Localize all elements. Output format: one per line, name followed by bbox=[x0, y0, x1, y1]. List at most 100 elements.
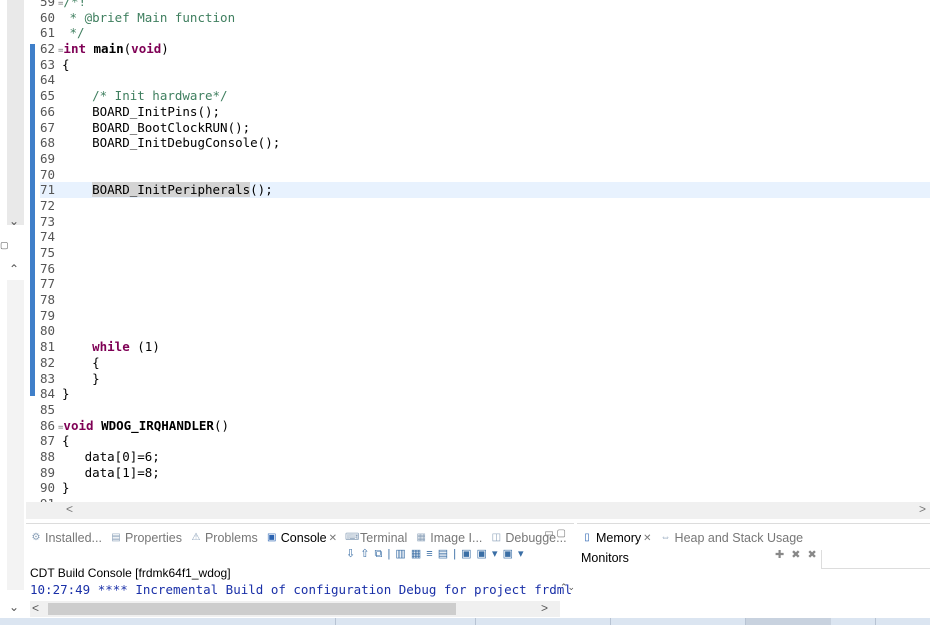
line-number: 82 bbox=[40, 354, 56, 370]
chevron-up-icon[interactable]: ⌃ bbox=[9, 262, 19, 276]
chevron-down-icon[interactable]: ⌄ bbox=[9, 600, 19, 614]
left-scrollbar-lower[interactable] bbox=[7, 280, 24, 590]
line-number: 72 bbox=[40, 197, 56, 213]
code-line: 81 while (1) bbox=[40, 339, 930, 355]
line-number: 69 bbox=[40, 150, 56, 166]
line-number: 61 bbox=[40, 25, 56, 41]
keyword: void bbox=[63, 417, 94, 433]
code-line: 65 /* Init hardware*/ bbox=[40, 88, 930, 104]
code-line: 72 bbox=[40, 198, 930, 214]
line-number: 60 bbox=[40, 9, 56, 25]
console-horizontal-scrollbar[interactable]: < > bbox=[30, 601, 560, 617]
code-line: 80 bbox=[40, 323, 930, 339]
code-line: 79 bbox=[40, 308, 930, 324]
tab-console[interactable]: ▣ Console ✕ bbox=[266, 527, 337, 549]
tab-label: Problems bbox=[204, 531, 258, 545]
scroll-right-icon[interactable]: > bbox=[919, 502, 926, 516]
terminal-icon: ⌨ bbox=[345, 532, 360, 543]
tab-label: Image I... bbox=[430, 531, 483, 545]
console-title: CDT Build Console [frdmk64f1_wdog] bbox=[30, 566, 231, 580]
line-number: 64 bbox=[40, 72, 56, 88]
tab-heap-and-stack-usage[interactable]: ⇔ Heap and Stack Usage bbox=[660, 527, 804, 549]
line-number: 89 bbox=[40, 464, 56, 480]
line-number: 83 bbox=[40, 370, 56, 386]
tab-label: Console bbox=[280, 531, 327, 545]
code-line: 66 BOARD_InitPins(); bbox=[40, 104, 930, 120]
line-number: 74 bbox=[40, 229, 56, 245]
code-text: BOARD_InitPins(); bbox=[62, 103, 221, 119]
tab-memory[interactable]: ▯ Memory ✕ bbox=[581, 527, 651, 549]
code-text: (1) bbox=[129, 339, 160, 355]
console-vertical-scroll-icon[interactable]: ⌃⌄ bbox=[560, 582, 575, 593]
tab-image-i[interactable]: ▦ Image I... bbox=[415, 527, 483, 549]
code-text: (); bbox=[250, 182, 273, 198]
code-text: BOARD_InitDebugConsole(); bbox=[62, 135, 281, 151]
close-icon[interactable]: ✕ bbox=[329, 533, 337, 544]
line-number: 75 bbox=[40, 245, 56, 260]
code-text: /* Init hardware*/ bbox=[62, 88, 228, 104]
tab-properties[interactable]: ▤ Properties bbox=[110, 527, 182, 549]
scroll-left-icon[interactable]: < bbox=[66, 502, 73, 516]
code-line: 83 } bbox=[40, 371, 930, 387]
close-icon[interactable]: ✕ bbox=[643, 533, 651, 544]
line-number: 70 bbox=[40, 166, 56, 182]
code-text: BOARD_BootClockRUN(); bbox=[62, 119, 251, 135]
code-line: 60 * @brief Main function bbox=[40, 10, 930, 26]
code-line: 75 bbox=[40, 245, 930, 261]
console-toolbar-icons[interactable]: ⇩ ⇧ ⧉ | ▥ ▦ ≡ ▤ | ▣ ▣ ▾ ▣ ▾ bbox=[346, 547, 525, 561]
function-name: main bbox=[93, 41, 124, 57]
tab-problems[interactable]: ⚠ Problems bbox=[190, 527, 258, 549]
editor-horizontal-scrollbar[interactable]: < > bbox=[26, 502, 930, 519]
function-call-highlighted: BOARD_InitPeripherals bbox=[92, 182, 251, 198]
code-line: 77 bbox=[40, 276, 930, 292]
memory-panel-tabs: ▯ Memory ✕ ⇔ Heap and Stack Usage bbox=[581, 527, 811, 549]
line-number: 78 bbox=[40, 292, 56, 308]
memory-icon: ▯ bbox=[584, 532, 590, 543]
code-text: } bbox=[62, 480, 70, 496]
left-scrollbar-upper[interactable] bbox=[7, 0, 24, 225]
code-lines[interactable]: 59 =/*! 60 * @brief Main function 61 */62 =i… bbox=[40, 0, 930, 512]
console-panel: ⚙ Installed... ▤ Properties ⚠ Problems ▣ Consol… bbox=[26, 523, 575, 619]
line-number: 66 bbox=[40, 103, 56, 119]
code-line: 73 bbox=[40, 214, 930, 230]
code-line: 84} bbox=[40, 386, 930, 402]
code-line: 62 =int main(void) bbox=[40, 41, 930, 57]
restore-icon[interactable]: ▢ bbox=[0, 240, 9, 251]
code-line: 70 bbox=[40, 167, 930, 183]
line-number: 90 bbox=[40, 480, 56, 496]
left-sidebar: ⌄ ▢ ⌃ ⌄ bbox=[0, 0, 26, 618]
line-number: 88 bbox=[40, 448, 56, 464]
monitor-tool-icons[interactable]: ✚ ✖ ✖ bbox=[775, 548, 819, 561]
image-info-icon: ▦ bbox=[416, 532, 426, 543]
code-line: 67 BOARD_BootClockRUN(); bbox=[40, 120, 930, 136]
monitor-rendering-area bbox=[821, 550, 930, 569]
tab-installed[interactable]: ⚙ Installed... bbox=[30, 527, 102, 549]
scroll-left-icon[interactable]: < bbox=[32, 601, 39, 615]
tab-label: Memory bbox=[596, 531, 642, 545]
keyword: int bbox=[63, 41, 86, 57]
code-line: 59 =/*! bbox=[40, 0, 930, 10]
line-number: 84 bbox=[40, 386, 56, 402]
line-number: 67 bbox=[40, 119, 56, 135]
code-text: * @brief Main function bbox=[62, 9, 236, 25]
memory-panel: ▯ Memory ✕ ⇔ Heap and Stack Usage Monitors ✚… bbox=[577, 523, 930, 619]
line-number: 80 bbox=[40, 323, 56, 339]
scroll-right-icon[interactable]: > bbox=[541, 601, 548, 615]
code-line: 82 { bbox=[40, 355, 930, 371]
tab-label: Terminal bbox=[360, 531, 408, 545]
tab-terminal[interactable]: ⌨ Terminal bbox=[345, 527, 407, 549]
code-line: 85 bbox=[40, 402, 930, 418]
line-number: 71 bbox=[40, 182, 56, 198]
scroll-thumb[interactable] bbox=[48, 603, 456, 615]
debugger-icon: ◫ bbox=[491, 532, 502, 543]
chevron-down-icon[interactable]: ⌄ bbox=[9, 214, 19, 228]
minimize-maximize-icons[interactable]: ▭ ▢ bbox=[544, 528, 566, 539]
code-line: 68 BOARD_InitDebugConsole(); bbox=[40, 135, 930, 151]
properties-icon: ▤ bbox=[111, 532, 121, 543]
status-bar bbox=[0, 618, 930, 625]
code-line: 86 =void WDOG_IRQHANDLER() bbox=[40, 418, 930, 434]
code-line: 78 bbox=[40, 292, 930, 308]
